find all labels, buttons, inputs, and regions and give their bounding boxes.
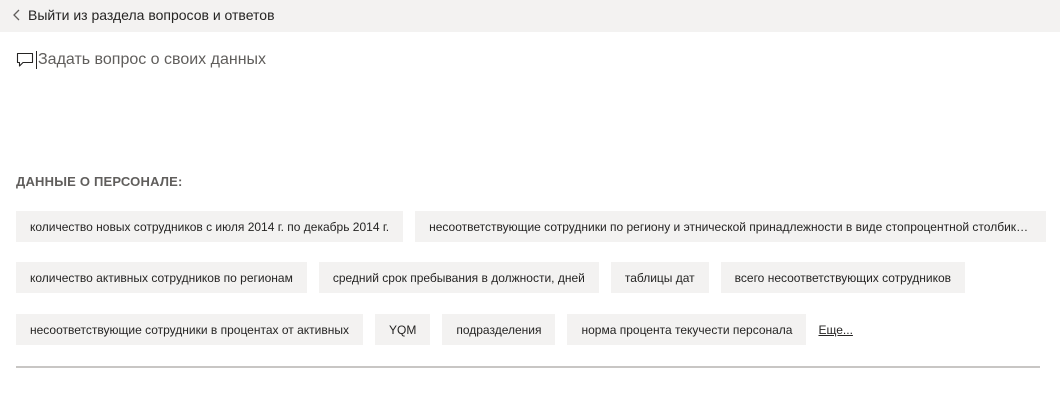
suggestion-row-1: количество новых сотрудников с июля 2014… (16, 211, 1047, 242)
suggestion-chip[interactable]: всего несоответствующих сотрудников (720, 262, 966, 293)
suggestion-row-3: несоответствующие сотрудники в процентах… (16, 314, 853, 345)
suggestion-chip-label: подразделения (456, 322, 542, 337)
suggestion-chip[interactable]: таблицы дат (610, 262, 709, 293)
suggestion-chip-label: несоответствующие сотрудники в процентах… (30, 322, 349, 337)
top-bar: Выйти из раздела вопросов и ответов (0, 0, 1060, 32)
suggestion-chip-label: количество активных сотрудников по регио… (30, 270, 293, 285)
suggestion-chip-label: норма процента текучести персонала (581, 322, 793, 337)
suggestion-chip[interactable]: YQM (374, 314, 431, 345)
suggestion-chip[interactable]: норма процента текучести персонала (567, 314, 807, 345)
qa-page: Выйти из раздела вопросов и ответов ДАНН… (0, 0, 1060, 400)
suggestion-chip[interactable]: подразделения (442, 314, 556, 345)
suggestion-chip-label: средний срок пребывания в должности, дне… (332, 270, 585, 285)
chevron-left-icon (13, 9, 20, 21)
more-suggestions-link[interactable]: Еще... (818, 323, 852, 337)
exit-qa-button[interactable]: Выйти из раздела вопросов и ответов (12, 5, 275, 25)
suggestion-chip[interactable]: несоответствующие сотрудники в процентах… (16, 314, 363, 345)
qa-divider (16, 366, 1040, 368)
suggestion-chip[interactable]: количество новых сотрудников с июля 2014… (16, 211, 404, 242)
suggestion-chip[interactable]: несоответствующие сотрудники по региону … (415, 211, 1047, 242)
suggestion-chip-label: несоответствующие сотрудники по региону … (429, 219, 1033, 234)
qa-input[interactable] (38, 51, 938, 69)
suggestion-chip-label: YQM (388, 322, 417, 337)
suggestion-chip-label: таблицы дат (624, 270, 695, 285)
suggestions-title: ДАННЫЕ О ПЕРСОНАЛЕ: (16, 174, 183, 189)
exit-qa-label: Выйти из раздела вопросов и ответов (28, 7, 275, 23)
suggestion-row-2: количество активных сотрудников по регио… (16, 262, 966, 293)
suggestion-chip[interactable]: средний срок пребывания в должности, дне… (318, 262, 599, 293)
chat-bubble-icon (16, 52, 34, 67)
qa-box[interactable] (16, 46, 1040, 74)
text-cursor (36, 51, 37, 69)
suggestion-chip-label: всего несоответствующих сотрудников (734, 270, 952, 285)
suggestion-chip-label: количество новых сотрудников с июля 2014… (30, 219, 390, 234)
suggestion-chip[interactable]: количество активных сотрудников по регио… (16, 262, 307, 293)
